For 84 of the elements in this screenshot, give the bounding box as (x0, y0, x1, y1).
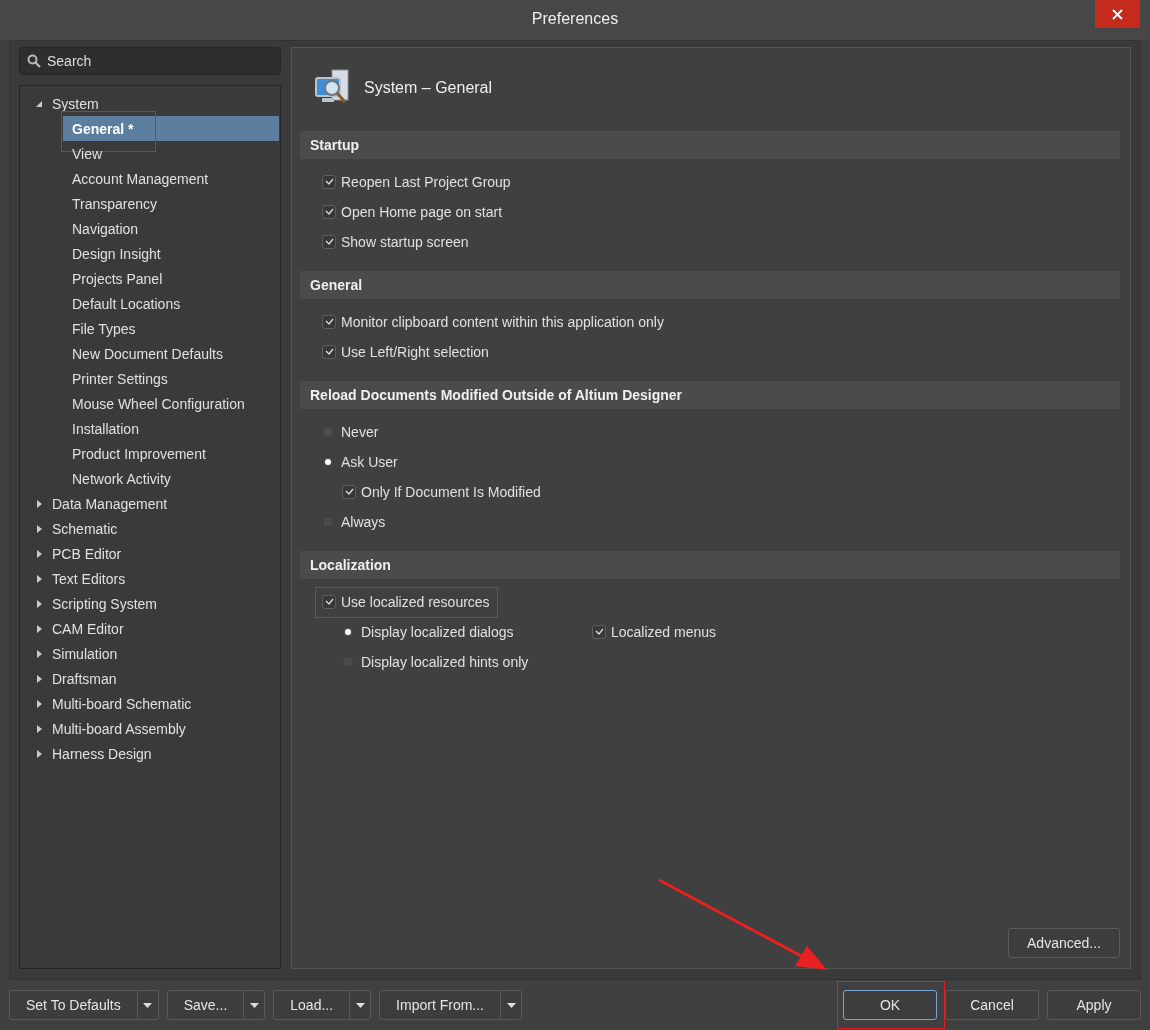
search-input[interactable]: Search (47, 53, 273, 69)
option-label: Always (341, 514, 386, 530)
expanded-caret-icon[interactable] (36, 100, 42, 107)
collapsed-caret-icon[interactable] (36, 624, 42, 633)
tree-item[interactable]: Harness Design (21, 741, 279, 766)
option-label: Use localized resources (341, 594, 490, 610)
collapsed-caret-icon[interactable] (36, 549, 42, 558)
dialog-button[interactable]: Cancel (945, 990, 1039, 1020)
option-label: Never (341, 424, 379, 440)
radio-button[interactable] (322, 456, 334, 468)
footer-button[interactable]: Import From... (380, 991, 501, 1019)
caret-icon (355, 1002, 365, 1008)
tree-item[interactable]: Mouse Wheel Configuration (63, 391, 279, 416)
option-label: Monitor clipboard content within this application only (341, 314, 664, 330)
tree-item[interactable]: Transparency (63, 191, 279, 216)
tree-item[interactable]: Account Management (63, 166, 279, 191)
checkbox[interactable] (322, 205, 336, 219)
collapsed-caret-icon[interactable] (36, 574, 42, 583)
footer-button[interactable]: Set To Defaults (10, 991, 138, 1019)
tree-item[interactable]: Draftsman (21, 666, 279, 691)
search-icon (27, 54, 41, 68)
search-box[interactable]: Search (19, 47, 281, 75)
tree-item[interactable]: General * (63, 116, 279, 141)
caret-icon (249, 1002, 259, 1008)
tree-item[interactable]: Data Management (21, 491, 279, 516)
checkbox[interactable] (592, 625, 606, 639)
tree-item[interactable]: CAM Editor (21, 616, 279, 641)
section-header: Localization (300, 551, 1120, 579)
collapsed-caret-icon[interactable] (36, 499, 42, 508)
close-button[interactable] (1095, 0, 1140, 28)
tree-item[interactable]: System (21, 91, 279, 116)
tree-item[interactable]: Simulation (21, 641, 279, 666)
advanced-button[interactable]: Advanced... (1008, 928, 1120, 958)
collapsed-caret-icon[interactable] (36, 524, 42, 533)
tree-item[interactable]: Scripting System (21, 591, 279, 616)
collapsed-caret-icon[interactable] (36, 699, 42, 708)
tree-item[interactable]: Projects Panel (63, 266, 279, 291)
option-label: Display localized dialogs (361, 624, 514, 640)
tree-item[interactable]: Text Editors (21, 566, 279, 591)
option-label: Only If Document Is Modified (361, 484, 541, 500)
tree-item[interactable]: File Types (63, 316, 279, 341)
tree-item[interactable]: Installation (63, 416, 279, 441)
window-title: Preferences (531, 9, 619, 28)
collapsed-caret-icon[interactable] (36, 599, 42, 608)
caret-icon (506, 1002, 516, 1008)
tree-item[interactable]: Multi-board Schematic (21, 691, 279, 716)
checkbox[interactable] (342, 485, 356, 499)
checkbox[interactable] (322, 315, 336, 329)
close-icon (1112, 8, 1123, 20)
tree-item[interactable]: Printer Settings (63, 366, 279, 391)
footer-button[interactable]: Save... (167, 991, 245, 1019)
dialog-button[interactable]: OK (843, 990, 937, 1020)
radio-button[interactable] (342, 626, 354, 638)
collapsed-caret-icon[interactable] (36, 649, 42, 658)
option-label: Ask User (341, 454, 398, 470)
tree-item[interactable]: Default Locations (63, 291, 279, 316)
option-label: Reopen Last Project Group (341, 174, 511, 190)
collapsed-caret-icon[interactable] (36, 674, 42, 683)
option-label: Show startup screen (341, 234, 469, 250)
checkbox[interactable] (322, 175, 336, 189)
tree-item[interactable]: New Document Defaults (63, 341, 279, 366)
tree-item[interactable]: Navigation (63, 216, 279, 241)
footer-button[interactable]: Load... (274, 991, 351, 1019)
section-header: Reload Documents Modified Outside of Altium Designer (300, 381, 1120, 409)
tree-item[interactable]: Product Improvement (63, 441, 279, 466)
tree-item[interactable]: Network Activity (63, 466, 279, 491)
checkbox[interactable] (322, 595, 336, 609)
option-label: Open Home page on start (341, 204, 503, 220)
tree-item[interactable]: Multi-board Assembly (21, 716, 279, 741)
collapsed-caret-icon[interactable] (36, 724, 42, 733)
checkbox[interactable] (322, 345, 336, 359)
option-label: Use Left/Right selection (341, 344, 489, 360)
tree-item[interactable]: PCB Editor (21, 541, 279, 566)
caret-icon (143, 1002, 153, 1008)
dialog-button[interactable]: Apply (1047, 990, 1141, 1020)
page-title: System – General (364, 79, 493, 97)
section-header: General (300, 271, 1120, 299)
tree-item[interactable]: Schematic (21, 516, 279, 541)
checkbox[interactable] (322, 235, 336, 249)
collapsed-caret-icon[interactable] (36, 749, 42, 758)
option-label: Localized menus (611, 624, 717, 640)
tree-item[interactable]: Design Insight (63, 241, 279, 266)
option-label: Display localized hints only (361, 654, 529, 670)
section-header: Startup (300, 131, 1120, 159)
